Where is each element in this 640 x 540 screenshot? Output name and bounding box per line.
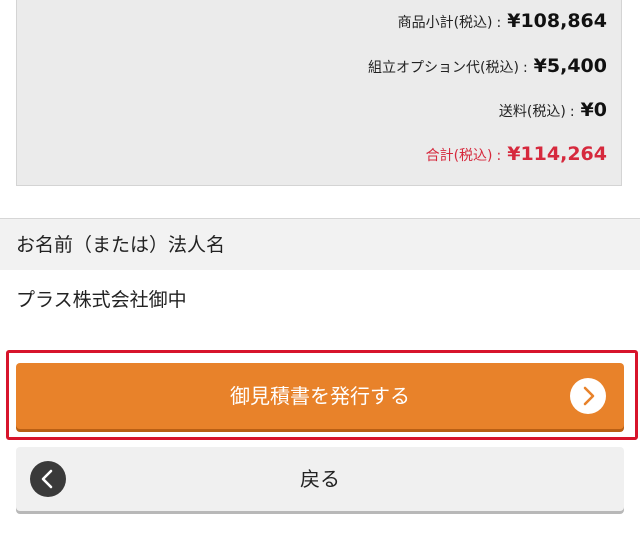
shipping-value: ¥0 [580, 99, 607, 121]
back-button[interactable]: 戻る [16, 447, 624, 511]
total-row: 合計(税込) : ¥114,264 [426, 143, 607, 165]
chevron-right-icon [570, 378, 606, 414]
customer-name-header: お名前（または）法人名 [0, 218, 640, 270]
back-label: 戻る [300, 467, 340, 491]
order-summary-box: 商品小計(税込) : ¥108,864 組立オプション代(税込) : ¥5,40… [16, 0, 622, 186]
assembly-option-value: ¥5,400 [533, 55, 607, 77]
subtotal-label: 商品小計(税込) [397, 15, 493, 31]
total-separator: : [496, 148, 502, 164]
shipping-label: 送料(税込) [498, 104, 566, 120]
issue-quote-label: 御見積書を発行する [230, 384, 410, 408]
total-label: 合計(税込) [425, 148, 493, 164]
assembly-option-label: 組立オプション代(税込) [368, 60, 519, 76]
subtotal-value: ¥108,864 [507, 10, 607, 32]
assembly-option-row: 組立オプション代(税込) : ¥5,400 [368, 55, 607, 77]
assembly-option-separator: : [522, 60, 528, 76]
issue-quote-button[interactable]: 御見積書を発行する [16, 363, 624, 429]
subtotal-row: 商品小計(税込) : ¥108,864 [398, 10, 607, 32]
shipping-separator: : [569, 104, 575, 120]
customer-name-value: プラス株式会社御中 [16, 289, 187, 311]
total-value: ¥114,264 [507, 143, 607, 165]
subtotal-separator: : [496, 15, 502, 31]
shipping-row: 送料(税込) : ¥0 [499, 99, 607, 121]
